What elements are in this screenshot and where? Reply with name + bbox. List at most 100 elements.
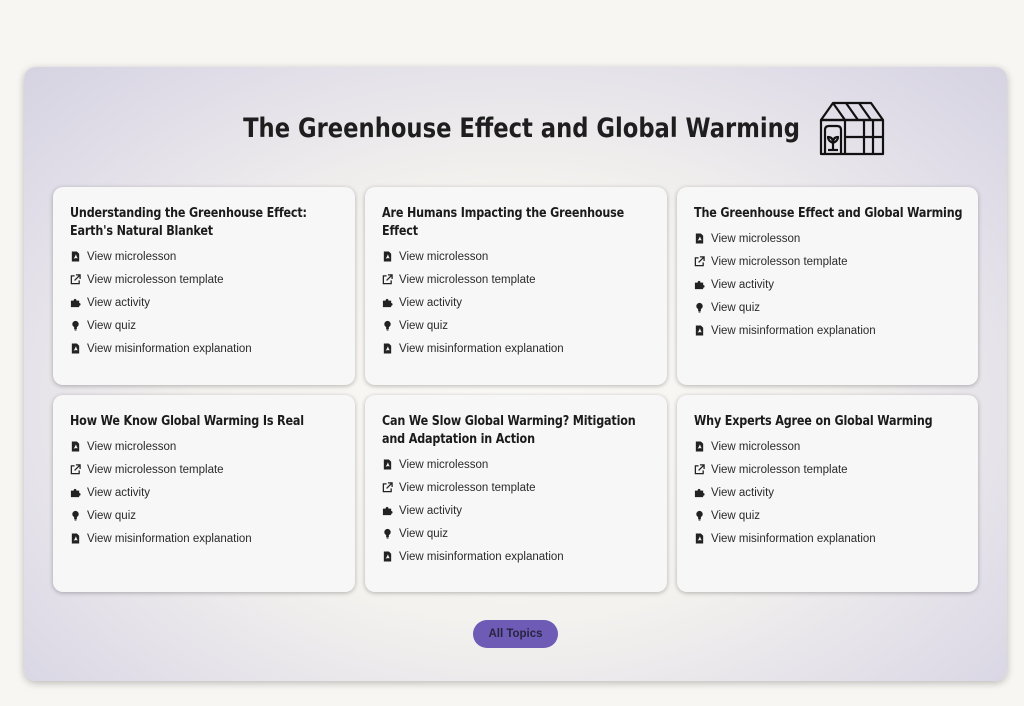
view-template-link[interactable]: View microlesson template xyxy=(70,268,339,291)
pdf-file-icon xyxy=(382,459,393,470)
view-microlesson-link[interactable]: View microlesson xyxy=(694,435,962,458)
link-label: View misinformation explanation xyxy=(399,342,564,355)
view-misinformation-link[interactable]: View misinformation explanation xyxy=(382,337,651,360)
view-microlesson-link[interactable]: View microlesson xyxy=(694,227,962,250)
pdf-file-icon xyxy=(694,441,705,452)
external-link-icon xyxy=(70,464,81,475)
lightbulb-icon xyxy=(694,302,705,313)
view-quiz-link[interactable]: View quiz xyxy=(382,522,651,545)
card-title: The Greenhouse Effect and Global Warming xyxy=(694,206,963,221)
lightbulb-icon xyxy=(70,510,81,521)
link-label: View microlesson xyxy=(711,232,801,245)
view-quiz-link[interactable]: View quiz xyxy=(70,504,339,527)
view-activity-link[interactable]: View activity xyxy=(70,481,339,504)
view-template-link[interactable]: View microlesson template xyxy=(70,458,339,481)
card-title: Understanding the Greenhouse Effect: Ear… xyxy=(70,206,307,239)
link-label: View microlesson xyxy=(711,440,801,453)
page-title: The Greenhouse Effect and Global Warming xyxy=(243,112,801,144)
topic-card: Why Experts Agree on Global Warming View… xyxy=(677,395,978,592)
view-quiz-link[interactable]: View quiz xyxy=(694,504,962,527)
view-microlesson-link[interactable]: View microlesson xyxy=(70,245,339,268)
link-label: View microlesson template xyxy=(87,463,224,476)
link-label: View activity xyxy=(711,278,775,291)
view-template-link[interactable]: View microlesson template xyxy=(694,250,962,273)
link-label: View quiz xyxy=(399,319,449,332)
link-label: View activity xyxy=(87,296,151,309)
view-activity-link[interactable]: View activity xyxy=(694,481,962,504)
greenhouse-icon xyxy=(819,101,884,156)
pdf-file-icon xyxy=(70,533,81,544)
topic-card: How We Know Global Warming Is Real View … xyxy=(53,395,355,592)
view-template-link[interactable]: View microlesson template xyxy=(694,458,962,481)
view-activity-link[interactable]: View activity xyxy=(70,291,339,314)
link-label: View microlesson xyxy=(87,250,177,263)
card-title: How We Know Global Warming Is Real xyxy=(70,414,304,429)
topic-grid: Understanding the Greenhouse Effect: Ear… xyxy=(53,187,978,592)
lightbulb-icon xyxy=(70,320,81,331)
link-label: View quiz xyxy=(87,319,137,332)
pdf-file-icon xyxy=(70,251,81,262)
external-link-icon xyxy=(382,482,393,493)
view-misinformation-link[interactable]: View misinformation explanation xyxy=(70,527,339,550)
view-template-link[interactable]: View microlesson template xyxy=(382,476,651,499)
link-label: View quiz xyxy=(711,301,761,314)
puzzle-icon xyxy=(694,487,705,498)
link-label: View misinformation explanation xyxy=(87,532,252,545)
view-activity-link[interactable]: View activity xyxy=(694,273,962,296)
link-label: View misinformation explanation xyxy=(711,324,876,337)
card-title: Why Experts Agree on Global Warming xyxy=(694,414,933,429)
link-label: View microlesson xyxy=(87,440,177,453)
link-label: View activity xyxy=(399,504,463,517)
link-label: View activity xyxy=(87,486,151,499)
topic-card: Are Humans Impacting the Greenhouse Effe… xyxy=(365,187,667,385)
link-label: View activity xyxy=(399,296,463,309)
external-link-icon xyxy=(382,274,393,285)
card-title: Are Humans Impacting the Greenhouse Effe… xyxy=(382,206,625,239)
lightbulb-icon xyxy=(382,320,393,331)
pdf-file-icon xyxy=(694,533,705,544)
link-label: View microlesson template xyxy=(399,481,536,494)
link-label: View quiz xyxy=(711,509,761,522)
lightbulb-icon xyxy=(382,528,393,539)
view-microlesson-link[interactable]: View microlesson xyxy=(382,245,651,268)
view-quiz-link[interactable]: View quiz xyxy=(382,314,651,337)
external-link-icon xyxy=(70,274,81,285)
puzzle-icon xyxy=(694,279,705,290)
external-link-icon xyxy=(694,464,705,475)
pdf-file-icon xyxy=(382,551,393,562)
link-label: View microlesson template xyxy=(711,463,848,476)
link-label: View misinformation explanation xyxy=(399,550,564,563)
view-activity-link[interactable]: View activity xyxy=(382,291,651,314)
puzzle-icon xyxy=(70,487,81,498)
link-label: View quiz xyxy=(87,509,137,522)
link-label: View microlesson template xyxy=(399,273,536,286)
topic-card: Understanding the Greenhouse Effect: Ear… xyxy=(53,187,355,385)
view-misinformation-link[interactable]: View misinformation explanation xyxy=(694,527,962,550)
view-misinformation-link[interactable]: View misinformation explanation xyxy=(70,337,339,360)
link-label: View microlesson template xyxy=(87,273,224,286)
link-label: View activity xyxy=(711,486,775,499)
puzzle-icon xyxy=(70,297,81,308)
topic-card: The Greenhouse Effect and Global Warming… xyxy=(677,187,978,385)
pdf-file-icon xyxy=(382,251,393,262)
view-quiz-link[interactable]: View quiz xyxy=(694,296,962,319)
card-title: Can We Slow Global Warming? Mitigation a… xyxy=(382,414,636,447)
view-template-link[interactable]: View microlesson template xyxy=(382,268,651,291)
view-misinformation-link[interactable]: View misinformation explanation xyxy=(694,319,962,342)
link-label: View microlesson template xyxy=(711,255,848,268)
pdf-file-icon xyxy=(70,441,81,452)
view-misinformation-link[interactable]: View misinformation explanation xyxy=(382,545,651,568)
view-activity-link[interactable]: View activity xyxy=(382,499,651,522)
link-label: View microlesson xyxy=(399,250,489,263)
pdf-file-icon xyxy=(694,233,705,244)
view-quiz-link[interactable]: View quiz xyxy=(70,314,339,337)
link-label: View misinformation explanation xyxy=(87,342,252,355)
view-microlesson-link[interactable]: View microlesson xyxy=(382,453,651,476)
link-label: View quiz xyxy=(399,527,449,540)
header: The Greenhouse Effect and Global Warming xyxy=(0,96,1024,160)
link-label: View microlesson xyxy=(399,458,489,471)
all-topics-button[interactable]: All Topics xyxy=(473,620,558,648)
topic-card: Can We Slow Global Warming? Mitigation a… xyxy=(365,395,667,592)
view-microlesson-link[interactable]: View microlesson xyxy=(70,435,339,458)
pdf-file-icon xyxy=(382,343,393,354)
